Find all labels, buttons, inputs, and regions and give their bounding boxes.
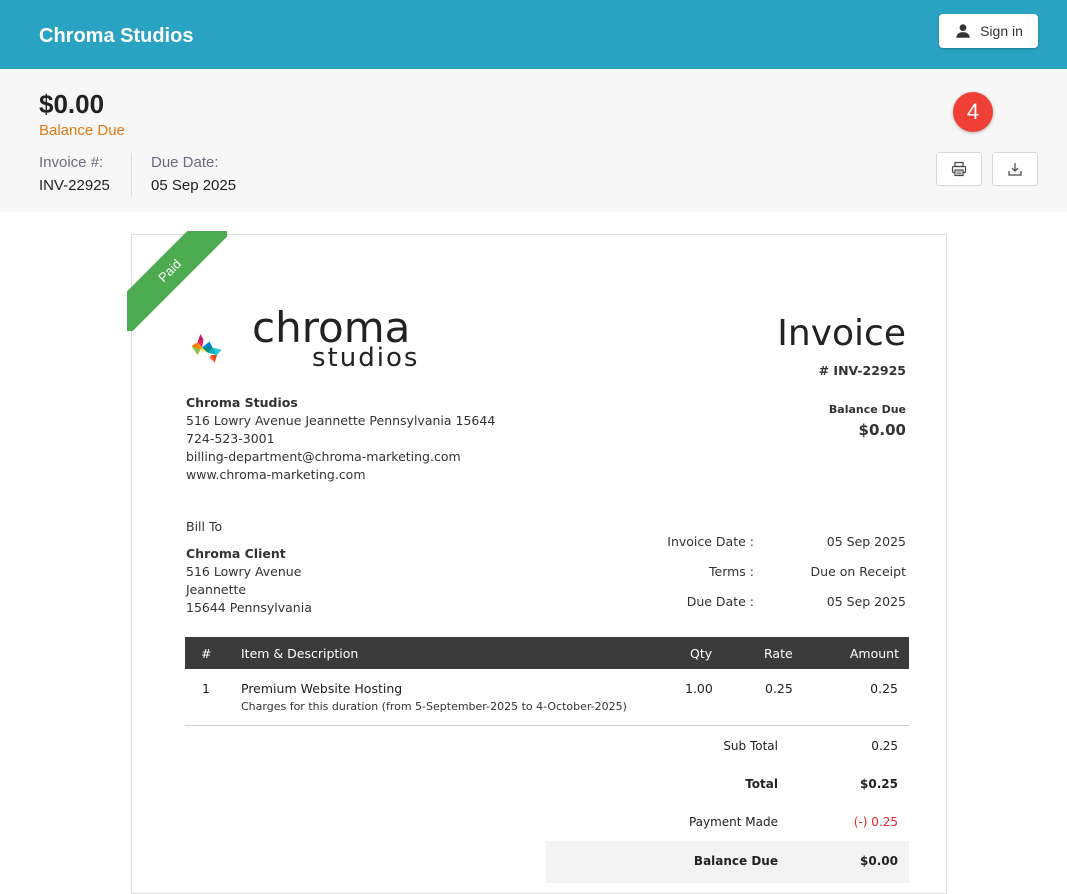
total-label: Total [745,777,778,791]
terms-label: Terms : [709,564,754,579]
invoice-summary: $0.00 Balance Due Invoice #: INV-22925 D… [0,69,1067,212]
payment-made-value: (-) 0.25 [853,815,898,829]
org-email: billing-department@chroma-marketing.com [186,449,461,464]
doc-balance-due-amount: $0.00 [858,421,906,439]
download-button[interactable] [992,152,1038,186]
bill-to-label: Bill To [186,519,223,534]
invoice-number-block: Invoice #: INV-22925 [39,154,110,194]
invoice-number: # INV-22925 [818,363,906,378]
col-rate: Rate [764,646,793,661]
doc-due-date-label: Due Date : [686,594,754,609]
row-rate: 0.25 [765,681,793,696]
org-name: Chroma Studios [186,395,298,410]
invoice-document: Paid chroma studios Chroma Studios 516 L… [127,231,947,894]
col-qty: Qty [690,646,713,661]
final-balance-due-label: Balance Due [693,854,778,868]
due-date-label: Due Date: [151,154,219,171]
col-num: # [201,646,212,661]
top-bar: Chroma Studios Sign in [0,0,1067,69]
due-date-block: Due Date: 05 Sep 2025 [151,154,236,194]
row-separator [185,725,909,726]
due-date-value: 05 Sep 2025 [151,177,237,194]
subtotal-label: Sub Total [723,739,778,753]
row-num: 1 [202,681,210,696]
print-button[interactable] [936,152,982,186]
org-phone: 724-523-3001 [186,431,275,446]
doc-balance-due-label: Balance Due [828,403,906,416]
client-name: Chroma Client [186,546,286,561]
row-qty: 1.00 [685,681,713,696]
invoice-date-label: Invoice Date : [667,534,754,549]
org-address: 516 Lowry Avenue Jeannette Pennsylvania … [186,413,496,428]
org-website: www.chroma-marketing.com [186,467,366,482]
client-address-line-3: 15644 Pennsylvania [186,600,312,615]
brand-name: Chroma Studios [39,25,194,47]
balance-label: Balance Due [39,122,125,139]
download-icon [1008,163,1022,176]
row-description: Charges for this duration (from 5-Septem… [241,700,627,713]
subtotal-value: 0.25 [871,739,898,753]
sign-in-label: Sign in [980,23,1023,39]
meta-divider [131,153,132,197]
col-item: Item & Description [241,646,359,661]
balance-amount: $0.00 [39,89,105,119]
notification-badge: 4 [953,92,993,132]
invoice-date-value: 05 Sep 2025 [826,534,906,549]
terms-value: Due on Receipt [810,564,906,579]
invoice-number-label: Invoice #: [39,154,104,171]
invoice-number-value: INV-22925 [39,177,110,194]
col-amount: Amount [849,646,899,661]
sign-in-button[interactable]: Sign in [939,14,1038,48]
doc-due-date-value: 05 Sep 2025 [826,594,906,609]
invoice-title: Invoice [777,313,906,354]
row-item: Premium Website Hosting [241,681,403,696]
payment-made-label: Payment Made [688,815,778,829]
row-amount: 0.25 [870,681,898,696]
total-value: $0.25 [860,777,898,791]
printer-icon [951,161,967,177]
client-address-line-2: Jeannette [186,582,247,597]
items-table-header: # Item & Description Qty Rate Amount [185,637,909,669]
logo-text-studios: studios [312,343,420,373]
user-icon [956,24,970,38]
final-balance-due-value: $0.00 [860,854,898,868]
client-address-line-1: 516 Lowry Avenue [186,564,302,579]
